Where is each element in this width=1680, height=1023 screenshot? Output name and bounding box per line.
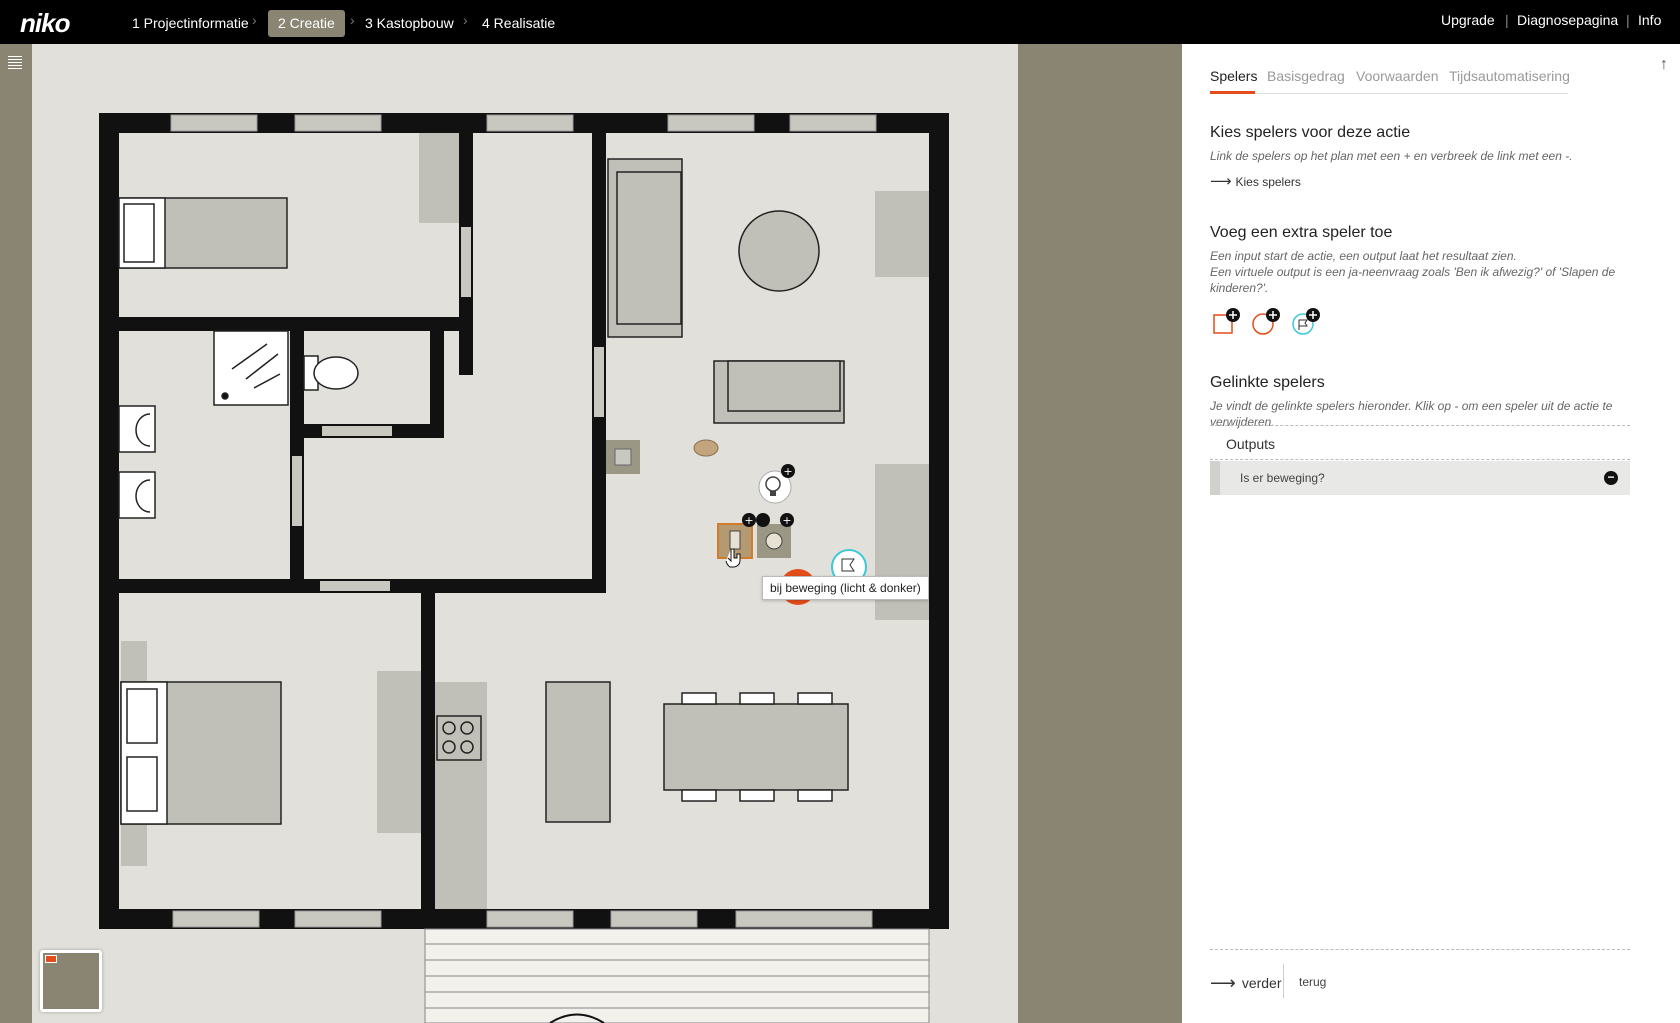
floor-plan: + + + [99,113,949,1023]
choose-players-title: Kies spelers voor deze actie [1210,124,1411,141]
chevron-right-icon: › [252,12,257,28]
panel-tabs: Spelers Basisgedrag Voorwaarden Tijdsaut… [1210,66,1570,94]
info-link[interactable]: Info [1638,12,1661,28]
divider [1210,459,1630,460]
tab-tijdsautomatisering[interactable]: Tijdsautomatisering [1449,68,1570,84]
svg-text:+: + [783,465,792,478]
separator [1283,964,1284,998]
separator: | [1505,12,1509,28]
add-output-button[interactable] [1250,308,1280,336]
floor-plan-canvas[interactable]: + + + bij beweging (licht & donker) [32,44,1018,1023]
add-player-title: Voeg een extra speler toe [1210,224,1393,241]
virtual-output-flag-icon [1292,308,1320,335]
minus-icon[interactable]: − [1604,471,1618,485]
player-tooltip: bij beweging (licht & donker) [762,576,929,600]
speaker-player-icon [693,439,719,457]
next-button[interactable]: ⟶ verder [1210,973,1282,994]
active-tab-indicator [1210,91,1255,94]
add-player-description-1: Een input start de actie, een output laa… [1210,249,1517,263]
menu-icon[interactable] [8,56,22,72]
next-button-label: verder [1241,975,1282,991]
furniture [118,133,929,909]
step-kastopbouw[interactable]: 3 Kastopbouw [355,10,464,37]
arrow-up-icon[interactable]: ↑ [1660,56,1668,74]
niko-logo[interactable]: niko [20,8,70,39]
linked-output-row: Is er beweging? − [1210,461,1630,495]
action-panel: Spelers Basisgedrag Voorwaarden Tijdsaut… [1182,44,1680,1023]
outputs-group-label: Outputs [1226,436,1276,452]
choose-players-link-label: Kies spelers [1235,175,1301,189]
canvas-gutter [1018,44,1182,1023]
svg-text:+: + [782,514,791,527]
add-player-description-2: Een virtuele output is een ja-neenvraag … [1210,265,1616,295]
add-virtual-output-button[interactable] [1290,308,1320,336]
divider [1210,425,1630,426]
doors [292,227,604,591]
chevron-right-icon: › [350,12,355,28]
step-creatie[interactable]: 2 Creatie [268,10,345,37]
input-square-icon [1213,308,1240,334]
linked-players-title: Gelinkte spelers [1210,374,1325,391]
choose-players-description: Link de spelers op het plan met een + en… [1210,149,1573,163]
tab-voorwaarden[interactable]: Voorwaarden [1356,68,1439,84]
tab-basisgedrag[interactable]: Basisgedrag [1267,68,1345,84]
tab-spelers[interactable]: Spelers [1210,68,1257,84]
choose-players-link[interactable]: ⟶ Kies spelers [1210,172,1301,190]
step-projectinformatie[interactable]: 1 Projectinformatie [122,10,259,37]
step-realisatie[interactable]: 4 Realisatie [472,10,565,37]
arrow-right-icon: ⟶ [1210,173,1232,190]
svg-text:+: + [744,514,753,527]
linked-output-label: Is er beweging? [1240,471,1325,485]
footer-divider [1210,949,1630,950]
output-circle-icon [1252,308,1280,335]
diagnosepagina-link[interactable]: Diagnosepagina [1517,12,1618,28]
left-sidebar-strip [0,44,32,1023]
minimap-viewport[interactable] [45,955,57,963]
terrace [424,928,930,1023]
upgrade-link[interactable]: Upgrade [1441,12,1495,28]
add-input-button[interactable] [1210,308,1240,336]
back-button[interactable]: terug [1299,975,1326,989]
chevron-right-icon: › [463,12,468,28]
top-navigation-bar: niko 1 Projectinformatie › 2 Creatie › 3… [0,0,1680,44]
arrow-right-icon: ⟶ [1210,973,1236,993]
separator: | [1626,12,1630,28]
minimap[interactable] [40,950,102,1012]
